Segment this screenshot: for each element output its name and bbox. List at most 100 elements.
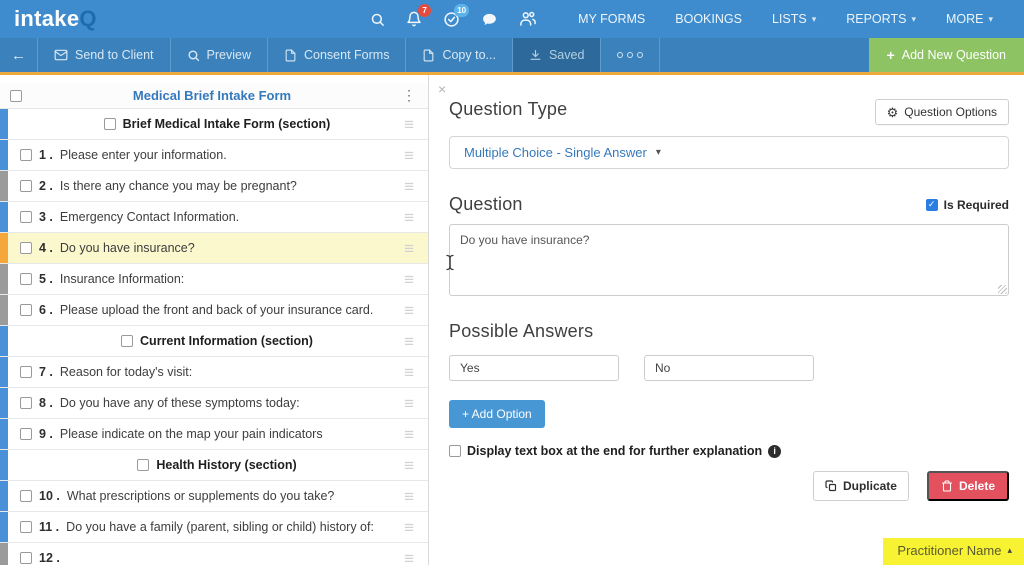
drag-handle-icon[interactable]: ≡ (404, 333, 414, 350)
row-checkbox[interactable] (20, 149, 32, 161)
practitioner-name-label: Practitioner Name (897, 543, 1001, 558)
form-question-row[interactable]: 11 .Do you have a family (parent, siblin… (0, 512, 428, 543)
section-label: Brief Medical Intake Form (section) (123, 117, 331, 131)
drag-handle-icon[interactable]: ≡ (404, 116, 414, 133)
form-question-row[interactable]: 12 .≡ (0, 543, 428, 565)
row-checkbox[interactable] (20, 366, 32, 378)
drag-handle-icon[interactable]: ≡ (404, 271, 414, 288)
drag-handle-icon[interactable]: ≡ (404, 178, 414, 195)
row-type-bar (0, 264, 8, 294)
drag-handle-icon[interactable]: ≡ (404, 209, 414, 226)
row-checkbox[interactable] (20, 242, 32, 254)
form-question-row[interactable]: 5 .Insurance Information:≡ (0, 264, 428, 295)
chat-icon[interactable] (481, 11, 498, 28)
question-options-button[interactable]: ⚙ Question Options (875, 99, 1009, 125)
chevron-down-icon: ▾ (656, 147, 661, 158)
drag-handle-icon[interactable]: ≡ (404, 302, 414, 319)
send-to-client-label: Send to Client (75, 48, 154, 62)
is-required-checkbox[interactable]: ✓ Is Required (926, 198, 1009, 212)
form-section-row[interactable]: Health History (section) ≡ (0, 450, 428, 481)
copy-to-button[interactable]: Copy to... (406, 38, 513, 72)
duplicate-button[interactable]: Duplicate (813, 471, 909, 501)
row-checkbox[interactable] (137, 459, 149, 471)
info-icon[interactable]: i (768, 445, 781, 458)
form-question-row[interactable]: 10 .What prescriptions or supplements do… (0, 481, 428, 512)
question-number: 6 . (39, 303, 53, 317)
intakeq-logo[interactable]: intakeQ (14, 0, 97, 38)
drag-handle-icon[interactable]: ≡ (404, 550, 414, 566)
row-checkbox[interactable] (20, 304, 32, 316)
form-section-row[interactable]: Brief Medical Intake Form (section) ≡ (0, 109, 428, 140)
drag-handle-icon[interactable]: ≡ (404, 147, 414, 164)
row-checkbox[interactable] (20, 180, 32, 192)
nav-item-more[interactable]: MORE▾ (931, 12, 1008, 26)
possible-answer-input-2[interactable] (644, 355, 814, 381)
drag-handle-icon[interactable]: ≡ (404, 488, 414, 505)
more-actions-button[interactable] (601, 38, 660, 72)
form-question-row[interactable]: 2 .Is there any chance you may be pregna… (0, 171, 428, 202)
drag-handle-icon[interactable]: ≡ (404, 426, 414, 443)
saved-status-button[interactable]: Saved (513, 38, 601, 72)
form-question-row[interactable]: 7 .Reason for today's visit:≡ (0, 357, 428, 388)
question-label: Insurance Information: (60, 272, 184, 286)
add-option-button[interactable]: + Add Option (449, 400, 545, 428)
nav-item-label: MORE (946, 12, 984, 26)
nav-item-reports[interactable]: REPORTS▾ (831, 12, 931, 26)
row-checkbox[interactable] (20, 211, 32, 223)
drag-handle-icon[interactable]: ≡ (404, 240, 414, 257)
row-checkbox[interactable] (20, 273, 32, 285)
form-question-row[interactable]: 6 .Please upload the front and back of y… (0, 295, 428, 326)
form-rows-container: Brief Medical Intake Form (section)≡1 .P… (0, 109, 428, 565)
row-checkbox[interactable] (20, 428, 32, 440)
caret-up-icon: ▴ (1007, 545, 1012, 556)
question-header-row: Question ✓ Is Required (449, 194, 1009, 215)
form-question-row[interactable]: 1 .Please enter your information.≡ (0, 140, 428, 171)
question-text-input[interactable]: Do you have insurance? (449, 224, 1009, 296)
form-question-row[interactable]: 3 .Emergency Contact Information.≡ (0, 202, 428, 233)
search-icon[interactable] (370, 12, 385, 27)
possible-answer-input-1[interactable] (449, 355, 619, 381)
question-label: Is there any chance you may be pregnant? (60, 179, 297, 193)
notifications-bell-icon[interactable]: 7 (406, 11, 422, 27)
drag-handle-icon[interactable]: ≡ (404, 457, 414, 474)
form-list-header: Medical Brief Intake Form ⋮ (0, 83, 428, 109)
question-number: 11 . (39, 520, 59, 534)
question-number: 10 . (39, 489, 60, 503)
delete-button[interactable]: Delete (927, 471, 1009, 501)
row-checkbox[interactable] (20, 521, 32, 533)
nav-item-lists[interactable]: LISTS▾ (757, 12, 831, 26)
drag-handle-icon[interactable]: ≡ (404, 364, 414, 381)
drag-handle-icon[interactable]: ≡ (404, 395, 414, 412)
display-text-box-row: Display text box at the end for further … (449, 444, 1009, 458)
row-checkbox[interactable] (20, 490, 32, 502)
form-section-row[interactable]: Current Information (section)≡ (0, 326, 428, 357)
preview-button[interactable]: Preview (171, 38, 268, 72)
row-checkbox[interactable] (20, 397, 32, 409)
add-new-question-button[interactable]: + Add New Question (869, 38, 1024, 72)
practitioner-name-tag[interactable]: Practitioner Name ▴ (883, 538, 1024, 565)
drag-handle-icon[interactable]: ≡ (404, 519, 414, 536)
nav-item-bookings[interactable]: BOOKINGS (660, 12, 757, 26)
tasks-badge: 10 (454, 4, 469, 17)
clients-group-icon[interactable] (519, 10, 537, 28)
form-question-row[interactable]: 9 .Please indicate on the map your pain … (0, 419, 428, 450)
question-heading: Question (449, 194, 523, 215)
row-checkbox[interactable] (104, 118, 116, 130)
form-question-row[interactable]: 8 .Do you have any of these symptoms tod… (0, 388, 428, 419)
question-type-dropdown[interactable]: Multiple Choice - Single Answer ▾ (449, 136, 1009, 169)
form-question-row[interactable]: 4 .Do you have insurance?≡ (0, 233, 428, 264)
send-to-client-button[interactable]: Send to Client (38, 38, 171, 72)
select-all-checkbox[interactable] (10, 90, 22, 102)
form-menu-icon[interactable]: ⋮ (402, 87, 416, 104)
consent-forms-button[interactable]: Consent Forms (268, 38, 406, 72)
row-checkbox[interactable] (121, 335, 133, 347)
display-text-box-checkbox[interactable] (449, 445, 461, 457)
row-checkbox[interactable] (20, 552, 32, 564)
section-label: Health History (section) (156, 458, 296, 472)
row-type-bar (0, 419, 8, 449)
close-editor-icon[interactable]: × (438, 82, 446, 96)
editor-inner: Question Type ⚙ Question Options Multipl… (438, 99, 1009, 501)
tasks-check-icon[interactable]: 10 (443, 11, 460, 28)
back-button[interactable]: ← (0, 38, 38, 72)
nav-item-my-forms[interactable]: MY FORMS (563, 12, 660, 26)
